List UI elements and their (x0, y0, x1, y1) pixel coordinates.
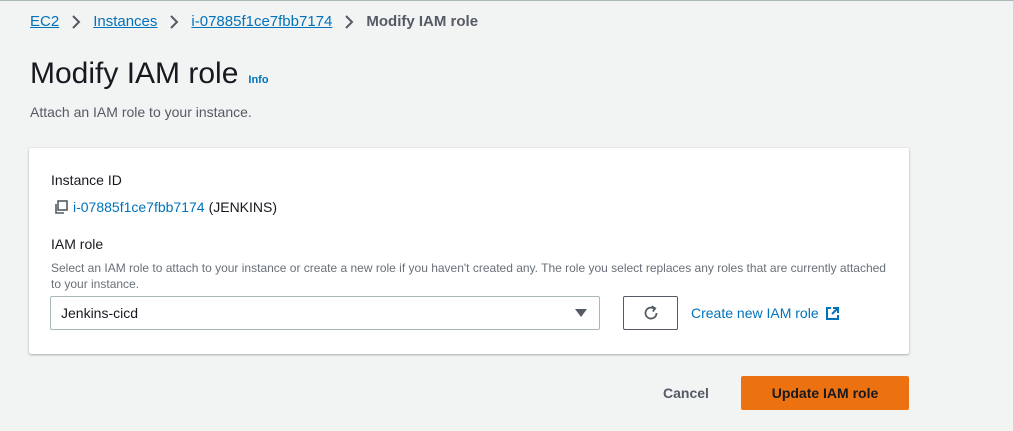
instance-name: (JENKINS) (208, 199, 278, 215)
chevron-right-icon (169, 14, 179, 29)
caret-down-icon (575, 309, 587, 317)
create-new-iam-role-link[interactable]: Create new IAM role (691, 305, 840, 321)
external-link-icon (825, 306, 840, 321)
instance-id-label: Instance ID (51, 172, 122, 188)
cancel-button[interactable]: Cancel (648, 376, 724, 410)
create-new-iam-role-label: Create new IAM role (691, 305, 819, 321)
iam-role-label: IAM role (51, 236, 104, 252)
chevron-right-icon (344, 14, 354, 29)
page-title: Modify IAM role Info (30, 57, 269, 91)
breadcrumb-instances[interactable]: Instances (93, 13, 157, 30)
info-link[interactable]: Info (248, 74, 268, 86)
copy-icon[interactable] (53, 199, 69, 215)
chevron-right-icon (71, 14, 81, 29)
update-iam-role-button[interactable]: Update IAM role (741, 376, 909, 410)
instance-id-link[interactable]: i-07885f1ce7fbb7174 (73, 199, 205, 215)
iam-role-select[interactable]: Jenkins-cicd (50, 296, 600, 330)
page-title-text: Modify IAM role (30, 57, 239, 90)
iam-role-selected-value: Jenkins-cicd (61, 305, 139, 321)
iam-role-panel: Instance ID i-07885f1ce7fbb7174 (JENKINS… (29, 148, 909, 354)
breadcrumb-current: Modify IAM role (366, 13, 479, 30)
instance-id-value: i-07885f1ce7fbb7174 (JENKINS) (53, 199, 277, 215)
refresh-button[interactable] (623, 296, 678, 330)
refresh-icon (642, 304, 660, 322)
iam-role-description: Select an IAM role to attach to your ins… (51, 261, 886, 291)
page-description: Attach an IAM role to your instance. (30, 104, 252, 120)
breadcrumb-ec2[interactable]: EC2 (30, 13, 59, 30)
breadcrumb-instance-id[interactable]: i-07885f1ce7fbb7174 (191, 13, 332, 30)
breadcrumb: EC2 Instances i-07885f1ce7fbb7174 Modify… (30, 13, 478, 30)
